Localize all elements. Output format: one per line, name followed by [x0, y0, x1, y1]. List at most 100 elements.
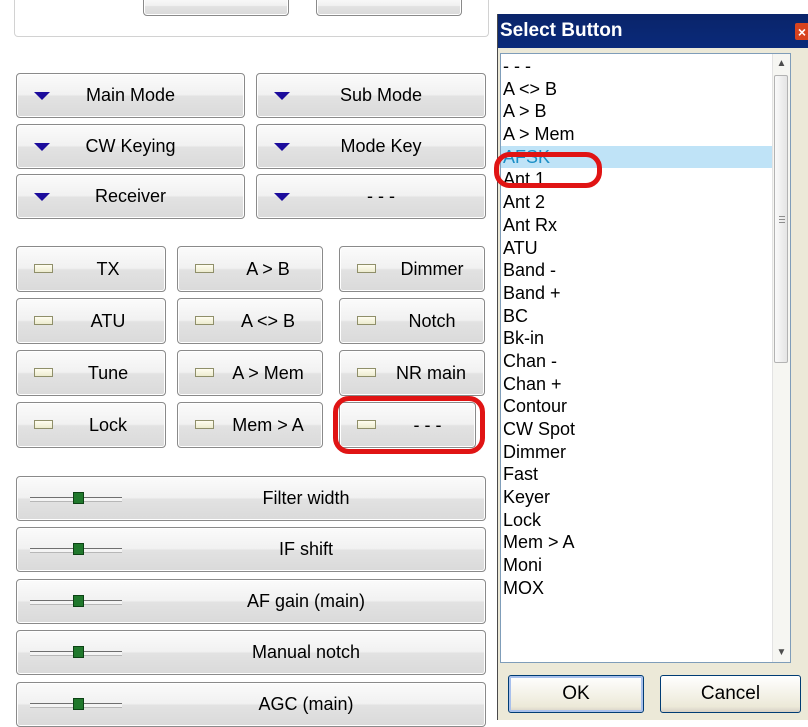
list-item[interactable]: Band + — [501, 282, 773, 305]
list-item[interactable]: Lock — [501, 509, 773, 532]
mem-to-a-button[interactable]: Mem > A — [177, 402, 323, 448]
manual-notch-slider-button[interactable]: Manual notch — [16, 630, 486, 675]
filter-width-slider-button[interactable]: Filter width — [16, 476, 486, 521]
dialog-title: Select Button — [500, 20, 623, 41]
slider-icon — [30, 491, 122, 504]
dropdown-label: Mode Key — [340, 136, 422, 156]
sub-mode-dropdown[interactable]: Sub Mode — [256, 73, 486, 118]
led-indicator-icon — [357, 264, 376, 273]
led-indicator-icon — [34, 368, 53, 377]
list-item[interactable]: Ant 2 — [501, 191, 773, 214]
slider-label: AF gain (main) — [246, 591, 366, 611]
select-button-dialog: Select Button × - - -A <> BA > BA > Mem A… — [494, 14, 808, 720]
vertical-scrollbar[interactable]: ▲ ▼ — [772, 54, 790, 662]
lock-button[interactable]: Lock — [16, 402, 166, 448]
cancel-button[interactable]: Cancel — [660, 675, 801, 713]
slider-icon — [30, 645, 122, 658]
button-label: A <> B — [240, 310, 296, 331]
dropdown-arrow-icon — [274, 142, 290, 151]
highlight-marker — [494, 152, 602, 188]
af-gain-slider-button[interactable]: AF gain (main) — [16, 579, 486, 624]
dropdown-label: - - - — [367, 186, 395, 206]
dropdown-arrow-icon — [34, 142, 50, 151]
list-item[interactable]: - - - — [501, 55, 773, 78]
button-label: A > B — [246, 258, 290, 279]
dropdown-arrow-icon — [34, 192, 50, 201]
dropdown-arrow-icon — [34, 91, 50, 100]
slider-icon — [30, 542, 122, 555]
list-item[interactable]: Ant Rx — [501, 214, 773, 237]
nr-main-button[interactable]: NR main — [339, 350, 485, 396]
list-item[interactable]: A <> B — [501, 78, 773, 101]
tune-button[interactable]: Tune — [16, 350, 166, 396]
list-item[interactable]: ATU — [501, 237, 773, 260]
button-label: ATU — [90, 310, 126, 331]
highlight-marker — [333, 396, 485, 454]
dimmer-button[interactable]: Dimmer — [339, 246, 485, 292]
led-indicator-icon — [34, 316, 53, 325]
scrollbar-thumb[interactable] — [774, 75, 788, 363]
item-list: - - -A <> BA > BA > Mem AFSK Ant 1 Ant 2 Ant… — [501, 55, 773, 600]
a-to-b-button[interactable]: A > B — [177, 246, 323, 292]
button-label: Dimmer — [400, 258, 464, 279]
list-item[interactable]: CW Spot — [501, 418, 773, 441]
a-swap-b-button[interactable]: A <> B — [177, 298, 323, 344]
a-to-mem-button[interactable]: A > Mem — [177, 350, 323, 396]
led-indicator-icon — [195, 368, 214, 377]
atu-button[interactable]: ATU — [16, 298, 166, 344]
close-icon[interactable]: × — [795, 23, 808, 40]
slider-label: Filter width — [262, 488, 350, 508]
led-indicator-icon — [34, 420, 53, 429]
list-item[interactable]: Chan + — [501, 373, 773, 396]
list-item[interactable]: Dimmer — [501, 441, 773, 464]
dropdown-label: Main Mode — [85, 85, 176, 105]
button-label: Mem > A — [232, 414, 304, 435]
group-box — [14, 0, 489, 37]
led-indicator-icon — [195, 316, 214, 325]
button-label: NR main — [395, 362, 466, 383]
tx-button[interactable]: TX — [16, 246, 166, 292]
scroll-down-arrow-icon[interactable]: ▼ — [773, 644, 790, 661]
list-item[interactable]: A > B — [501, 100, 773, 123]
button-listbox[interactable]: - - -A <> BA > BA > Mem AFSK Ant 1 Ant 2 Ant… — [500, 53, 791, 663]
list-item[interactable]: Moni — [501, 554, 773, 577]
dropdown-label: Receiver — [94, 186, 167, 206]
led-indicator-icon — [34, 264, 53, 273]
led-indicator-icon — [357, 316, 376, 325]
if-shift-slider-button[interactable]: IF shift — [16, 527, 486, 572]
slider-icon — [30, 594, 122, 607]
slider-label: IF shift — [278, 539, 333, 559]
top-button-right[interactable] — [316, 0, 462, 16]
unassigned-dropdown[interactable]: - - - — [256, 174, 486, 219]
dropdown-label: CW Keying — [85, 136, 176, 156]
list-item[interactable]: Fast — [501, 463, 773, 486]
control-panel: Main Mode Sub Mode CW Keying Mode Key Re… — [0, 0, 497, 727]
button-label: A > Mem — [232, 362, 304, 383]
list-item[interactable]: MOX — [501, 577, 773, 600]
dropdown-arrow-icon — [274, 192, 290, 201]
slider-icon — [30, 697, 122, 710]
top-button-left[interactable] — [143, 0, 289, 16]
cw-keying-dropdown[interactable]: CW Keying — [16, 124, 245, 169]
list-item[interactable]: Bk-in — [501, 327, 773, 350]
ok-button[interactable]: OK — [508, 675, 644, 713]
receiver-dropdown[interactable]: Receiver — [16, 174, 245, 219]
list-item[interactable]: A > Mem — [501, 123, 773, 146]
agc-slider-button[interactable]: AGC (main) — [16, 682, 486, 727]
led-indicator-icon — [195, 264, 214, 273]
main-mode-dropdown[interactable]: Main Mode — [16, 73, 245, 118]
button-label: Notch — [408, 310, 456, 331]
scroll-up-arrow-icon[interactable]: ▲ — [773, 55, 790, 72]
button-label: Tune — [87, 362, 129, 383]
list-item[interactable]: Chan - — [501, 350, 773, 373]
list-item[interactable]: Keyer — [501, 486, 773, 509]
mode-key-dropdown[interactable]: Mode Key — [256, 124, 486, 169]
list-item[interactable]: BC — [501, 305, 773, 328]
list-item[interactable]: Mem > A — [501, 531, 773, 554]
list-item[interactable]: Contour — [501, 395, 773, 418]
dialog-titlebar[interactable]: Select Button × — [498, 14, 808, 48]
notch-button[interactable]: Notch — [339, 298, 485, 344]
list-item[interactable]: Band - — [501, 259, 773, 282]
button-label: TX — [96, 258, 120, 279]
dropdown-arrow-icon — [274, 91, 290, 100]
